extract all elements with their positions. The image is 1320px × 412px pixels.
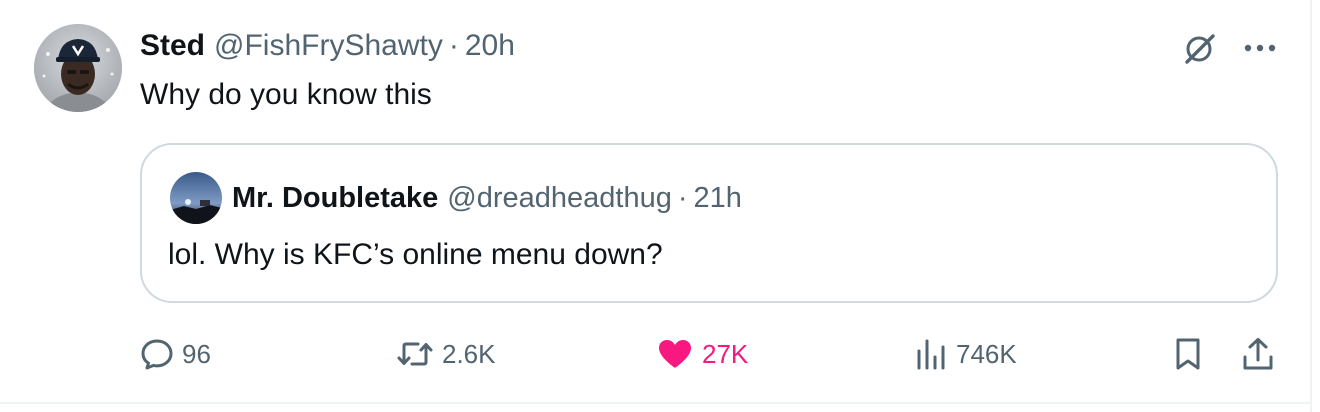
repost-icon: [397, 342, 433, 366]
views-button[interactable]: 746K: [914, 334, 1017, 374]
views-icon: [917, 339, 945, 370]
bookmark-button[interactable]: [1170, 334, 1206, 374]
author-avatar[interactable]: [34, 24, 122, 112]
quoted-tweet-text: lol. Why is KFC’s online menu down?: [168, 238, 663, 271]
tweet-header: Sted @FishFryShawty · 20h: [140, 24, 515, 68]
tweet-timestamp[interactable]: 20h: [465, 29, 515, 63]
author-handle[interactable]: @FishFryShawty: [214, 29, 443, 63]
quoted-separator-dot: ·: [677, 181, 688, 214]
night-sky-avatar-icon: [170, 172, 222, 224]
author-name[interactable]: Sted: [140, 29, 205, 63]
like-button[interactable]: 27K: [656, 334, 748, 374]
quoted-author-handle[interactable]: @dreadheadthug: [447, 182, 672, 215]
share-icon: [1243, 338, 1273, 370]
share-button[interactable]: [1238, 334, 1278, 374]
separator-dot: ·: [448, 29, 459, 62]
reply-icon: [141, 339, 173, 370]
like-count: 27K: [702, 338, 749, 369]
tweet-divider: [0, 402, 1312, 404]
views-count: 746K: [956, 338, 1017, 369]
more-options-button[interactable]: [1236, 28, 1284, 68]
grok-button[interactable]: [1178, 28, 1222, 68]
grok-icon: [1185, 34, 1215, 64]
bookmark-icon: [1176, 338, 1200, 370]
user-avatar-icon: [34, 24, 122, 112]
more-icon: [1244, 44, 1276, 52]
reply-count: 96: [182, 338, 211, 369]
timeline-border: [1310, 0, 1312, 412]
quoted-tweet-header: Mr. Doubletake @dreadheadthug · 21h: [232, 178, 742, 218]
heart-icon: [659, 340, 691, 368]
quoted-author-name[interactable]: Mr. Doubletake: [232, 182, 438, 215]
quoted-author-avatar[interactable]: [170, 172, 222, 224]
tweet-card[interactable]: Sted @FishFryShawty · 20h Why do you kno…: [0, 0, 1310, 404]
reply-button[interactable]: 96: [140, 334, 211, 374]
tweet-text: Why do you know this: [140, 78, 432, 111]
quoted-tweet-timestamp[interactable]: 21h: [694, 182, 742, 215]
repost-button[interactable]: 2.6K: [396, 334, 496, 374]
quoted-tweet[interactable]: Mr. Doubletake @dreadheadthug · 21h lol.…: [140, 143, 1278, 303]
repost-count: 2.6K: [442, 338, 496, 369]
